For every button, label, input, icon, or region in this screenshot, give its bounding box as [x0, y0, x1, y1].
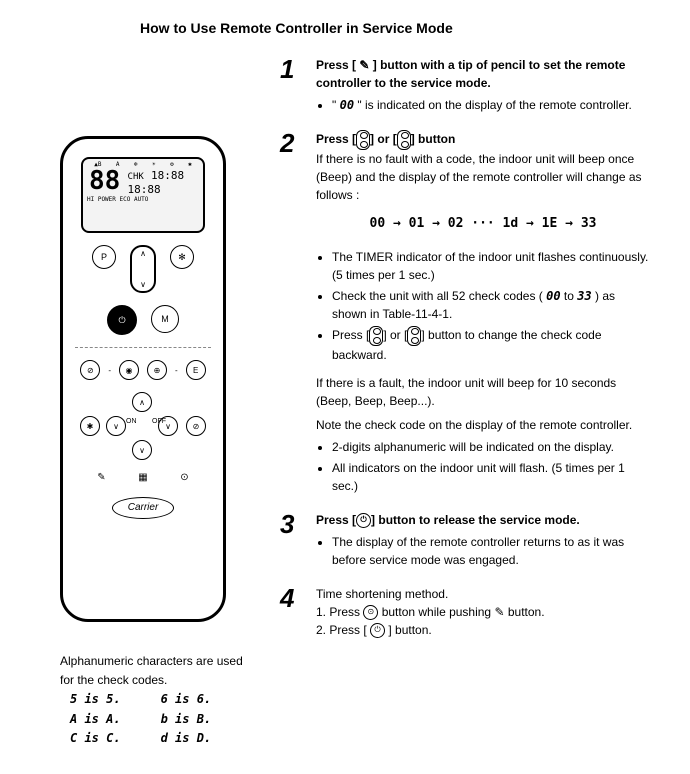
pencil-icon: ✎ [359, 58, 369, 72]
off-button-icon [407, 326, 421, 346]
bottom-icons: ✎ ▦ ⊙ [81, 472, 205, 483]
left-column: ▲BA❄☀⚙✱ 88 CHK 18:88 18:88 HI POWER ECO … [40, 56, 260, 748]
btn-b: ◉ [119, 360, 139, 380]
step-2: 2 Press [] or [] button If there is no f… [280, 130, 650, 499]
clock-icon: ⊙ [180, 472, 188, 483]
step-3: 3 Press [⏻] button to release the servic… [280, 511, 650, 573]
power-icon: ⏻ [356, 513, 371, 528]
clock-icon: ⊙ [363, 605, 378, 620]
instructions-column: 1 Press [ ✎ ] button with a tip of penci… [280, 56, 650, 748]
temp-up-down: ∧∨ [130, 245, 156, 293]
btn-a: ⊘ [80, 360, 100, 380]
step-1: 1 Press [ ✎ ] button with a tip of penci… [280, 56, 650, 118]
pencil-icon: ✎ [97, 472, 105, 483]
p-button: P [92, 245, 116, 269]
m-button: M [151, 305, 179, 333]
btn-d: E [186, 360, 206, 380]
reset-icon: ▦ [138, 472, 147, 483]
power-button: ⏻ [107, 305, 137, 335]
off-button-icon [397, 130, 411, 150]
remote-lcd: ▲BA❄☀⚙✱ 88 CHK 18:88 18:88 HI POWER ECO … [81, 157, 205, 233]
fan-button: ✻ [170, 245, 194, 269]
remote-controller-diagram: ▲BA❄☀⚙✱ 88 CHK 18:88 18:88 HI POWER ECO … [60, 136, 226, 622]
temp-display: 88 [83, 168, 120, 194]
on-button-icon [356, 130, 370, 150]
pencil-icon: ✎ [494, 605, 504, 619]
btn-c: ⊕ [147, 360, 167, 380]
power-icon: ⏻ [370, 623, 385, 638]
brand-logo: Carrier [112, 497, 174, 519]
on-button-icon [369, 326, 383, 346]
page-title: How to Use Remote Controller in Service … [140, 20, 650, 36]
on-off-cluster: ∧ ∨ ∨ ∨ ON OFF ✱ ⊘ [98, 392, 188, 464]
step-4: 4 Time shortening method. 1. Press ⊙ but… [280, 585, 650, 639]
char-code-note: Alphanumeric characters are used for the… [60, 652, 260, 748]
code-sequence: 00 → 01 → 02 ··· 1d → 1E → 33 [316, 214, 650, 234]
